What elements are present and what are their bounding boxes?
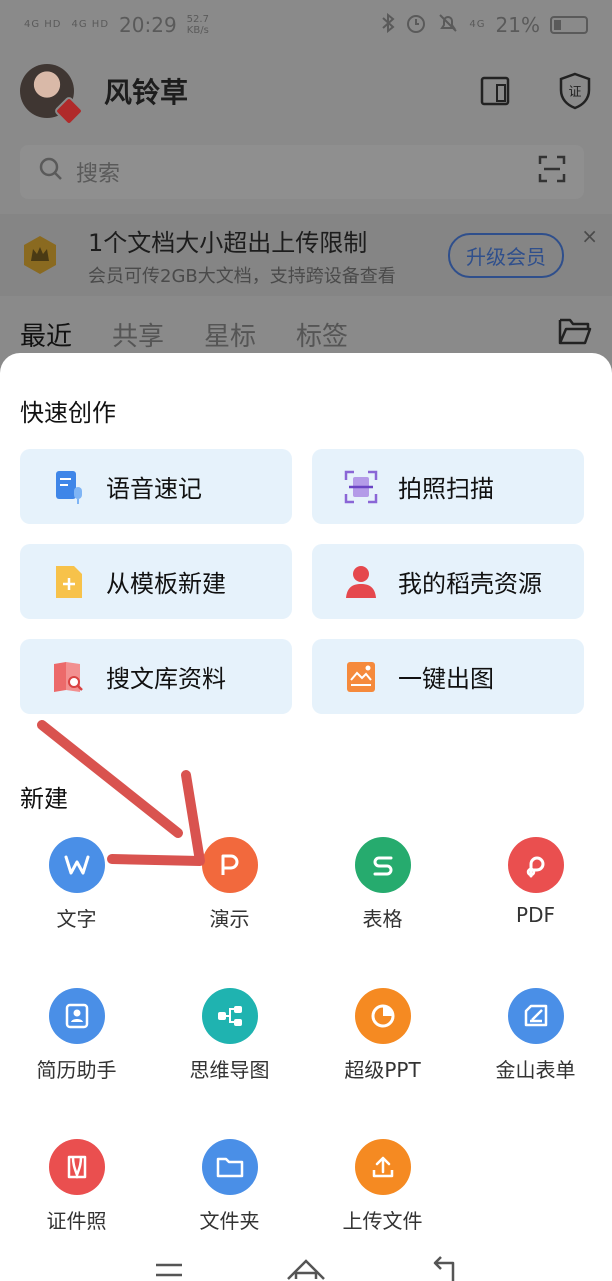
home-icon[interactable] [286, 1253, 326, 1281]
signal-indicator-1: 4G HD [24, 19, 62, 30]
library-search-button[interactable]: 搜文库资料 [20, 639, 292, 714]
device-switch-icon[interactable] [478, 74, 512, 108]
folder-icon [201, 1139, 258, 1195]
new-section-title: 新建 [20, 785, 68, 813]
upgrade-button[interactable]: 升级会员 [448, 232, 564, 278]
voice-note-icon [52, 469, 86, 505]
file-tabs: 最近 共享 星标 标签 [20, 316, 592, 353]
super-ppt-label: 超级PPT [344, 1058, 421, 1082]
tab-starred[interactable]: 星标 [204, 316, 256, 353]
status-bar: 4G HD 4G HD 20:29 52.7 KB/s 4G 21% [0, 0, 612, 50]
banner-title: 1个文档大小超出上传限制 [88, 228, 368, 257]
app-header: 风铃草 证 [0, 58, 612, 127]
mind-map-label: 思维导图 [189, 1058, 270, 1082]
one-click-image-button[interactable]: 一键出图 [312, 639, 584, 714]
menu-icon[interactable] [149, 1253, 189, 1281]
upload-icon [354, 1139, 411, 1195]
clock: 20:29 [119, 13, 177, 37]
pie-chart-icon [354, 988, 411, 1044]
resume-assistant-label: 简历助手 [36, 1058, 117, 1082]
tab-shared[interactable]: 共享 [112, 316, 164, 353]
my-resources-button[interactable]: 我的稻壳资源 [312, 544, 584, 619]
pdf-icon [507, 837, 564, 893]
template-new-label: 从模板新建 [106, 570, 226, 598]
quick-create-grid: 语音速记 拍照扫描 从模板新建 我的稻壳资源 搜文库资料 一键出图 [20, 449, 584, 714]
close-icon[interactable]: × [581, 224, 598, 248]
scan-icon [344, 469, 378, 505]
new-folder-button[interactable]: 文件夹 [153, 1139, 306, 1234]
scan-code-icon[interactable] [538, 155, 566, 189]
kingsoft-form-button[interactable]: 金山表单 [459, 988, 612, 1083]
upload-limit-banner: 1个文档大小超出上传限制 会员可传2GB大文档，支持跨设备查看 升级会员 × [0, 214, 612, 296]
mind-map-icon [201, 988, 258, 1044]
new-doc-button[interactable]: 文字 [0, 837, 153, 932]
word-doc-icon [48, 837, 105, 893]
new-spreadsheet-label: 表格 [362, 907, 403, 931]
quick-create-title: 快速创作 [20, 399, 116, 427]
one-click-image-label: 一键出图 [398, 665, 494, 693]
battery-percent: 21% [495, 13, 540, 37]
user-resource-icon [344, 564, 378, 600]
tab-tags[interactable]: 标签 [296, 316, 348, 353]
super-ppt-button[interactable]: 超级PPT [306, 988, 459, 1083]
new-file-grid: 文字 演示 表格 PDF 简历助手 思维导图 超级PPT 金山表单 证件照 文件… [0, 837, 612, 1234]
avatar[interactable] [20, 64, 85, 127]
username: 风铃草 [104, 76, 189, 109]
form-icon [507, 988, 564, 1044]
create-sheet: 快速创作 语音速记 拍照扫描 从模板新建 我的稻壳资源 搜文库资料 一键出图 新… [0, 353, 612, 1281]
template-new-button[interactable]: 从模板新建 [20, 544, 292, 619]
upload-file-label: 上传文件 [342, 1209, 423, 1233]
new-doc-label: 文字 [56, 907, 97, 931]
my-resources-label: 我的稻壳资源 [398, 570, 542, 598]
photo-scan-label: 拍照扫描 [398, 475, 494, 503]
open-folder-icon[interactable] [558, 316, 592, 353]
vip-badge-icon [53, 95, 85, 127]
new-pdf-button[interactable]: PDF [459, 837, 612, 932]
bluetooth-icon [381, 12, 395, 38]
new-folder-label: 文件夹 [199, 1209, 260, 1233]
template-icon [52, 564, 86, 600]
new-pdf-label: PDF [516, 903, 555, 927]
network-type: 4G [469, 19, 486, 30]
svg-text:证: 证 [568, 85, 581, 100]
crown-icon [22, 235, 58, 275]
network-speed: 52.7 KB/s [186, 14, 209, 36]
id-photo-icon [48, 1139, 105, 1195]
battery-icon [550, 16, 588, 34]
search-input[interactable]: 搜索 [76, 156, 120, 188]
voice-note-button[interactable]: 语音速记 [20, 449, 292, 524]
presentation-icon [201, 837, 258, 893]
new-presentation-button[interactable]: 演示 [153, 837, 306, 932]
resume-assistant-button[interactable]: 简历助手 [0, 988, 153, 1083]
voice-note-label: 语音速记 [106, 475, 202, 503]
back-icon[interactable] [423, 1253, 463, 1281]
new-presentation-label: 演示 [209, 907, 250, 931]
photo-scan-button[interactable]: 拍照扫描 [312, 449, 584, 524]
library-search-label: 搜文库资料 [106, 665, 226, 693]
mind-map-button[interactable]: 思维导图 [153, 988, 306, 1083]
mute-icon [437, 12, 459, 39]
kingsoft-form-label: 金山表单 [495, 1058, 576, 1082]
banner-subtitle: 会员可传2GB大文档，支持跨设备查看 [88, 265, 396, 287]
image-gen-icon [344, 659, 378, 695]
new-spreadsheet-button[interactable]: 表格 [306, 837, 459, 932]
alarm-icon [405, 12, 427, 39]
upload-file-button[interactable]: 上传文件 [306, 1139, 459, 1234]
id-photo-label: 证件照 [46, 1209, 107, 1233]
tab-recent[interactable]: 最近 [20, 316, 72, 353]
spreadsheet-icon [354, 837, 411, 893]
id-photo-button[interactable]: 证件照 [0, 1139, 153, 1234]
resume-icon [48, 988, 105, 1044]
library-search-icon [52, 659, 86, 695]
search-bar[interactable]: 搜索 [20, 145, 584, 199]
search-icon [38, 156, 64, 188]
certificate-shield-icon[interactable]: 证 [558, 72, 592, 110]
system-nav-bar [0, 1241, 612, 1281]
signal-indicator-2: 4G HD [71, 19, 110, 30]
